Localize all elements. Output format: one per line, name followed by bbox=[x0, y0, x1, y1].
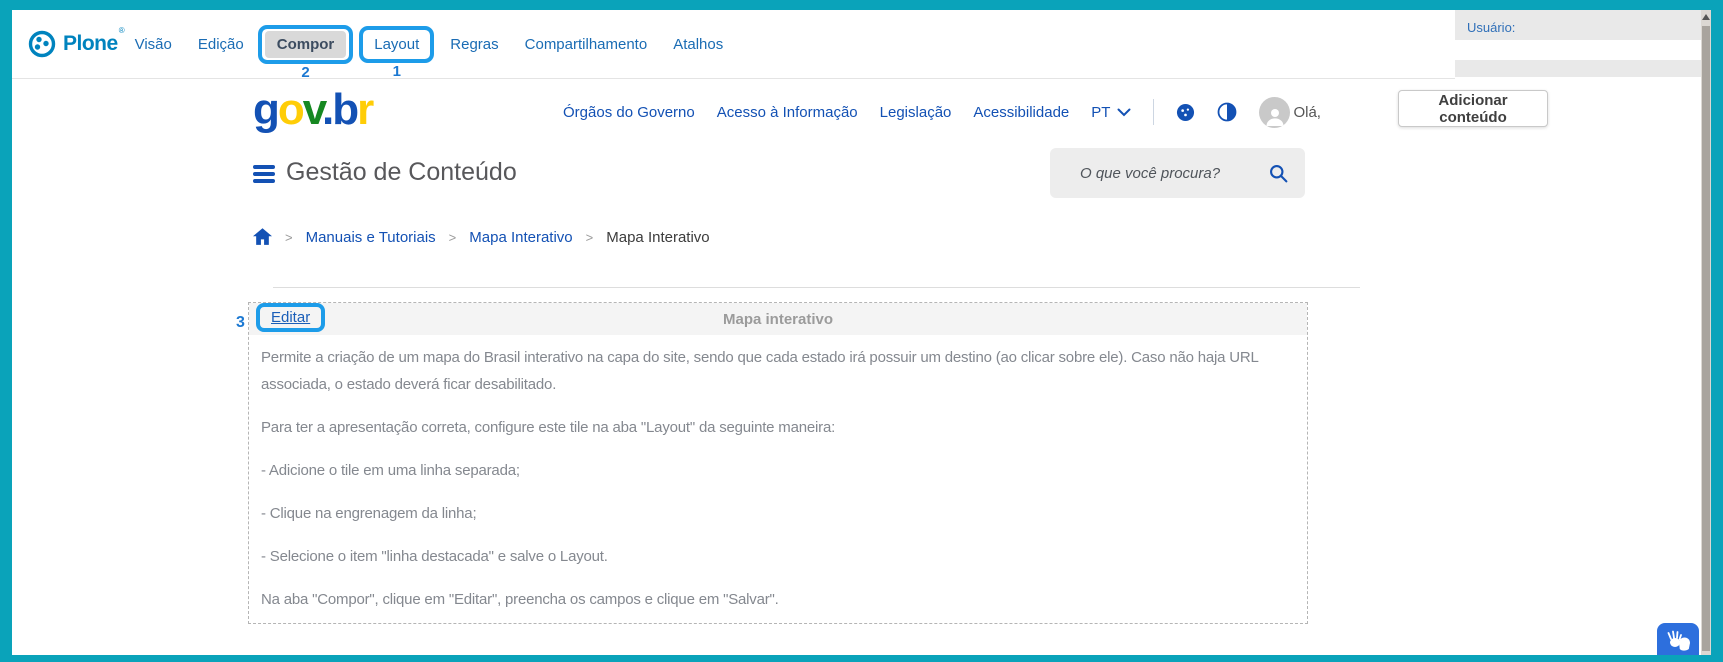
toolbar-tab-atalhos[interactable]: Atalhos bbox=[673, 36, 723, 53]
add-content-button[interactable]: Adicionar conteúdo bbox=[1398, 90, 1548, 127]
govbr-logo-letter: r bbox=[357, 85, 374, 134]
tile-paragraph: Para ter a apresentação correta, configu… bbox=[261, 419, 836, 436]
govbr-logo-letter: g bbox=[253, 85, 280, 134]
nav-link-legislacao[interactable]: Legislação bbox=[880, 104, 952, 121]
tile-edit-link[interactable]: Editar bbox=[271, 309, 310, 326]
person-icon bbox=[1266, 108, 1284, 126]
scrollbar[interactable] bbox=[1701, 10, 1711, 655]
breadcrumb-separator: > bbox=[285, 229, 293, 245]
annotation-number-1: 1 bbox=[392, 62, 401, 80]
header-divider bbox=[1153, 99, 1155, 125]
page-title: Gestão de Conteúdo bbox=[286, 158, 517, 186]
breadcrumb-link-mapa-interativo[interactable]: Mapa Interativo bbox=[469, 229, 572, 246]
annotation-number-2: 2 bbox=[301, 63, 310, 81]
annotation-number-3: 3 bbox=[236, 314, 245, 331]
plone-toolbar: Plone® Visão Edição Compor 2 Layout 1 Re… bbox=[12, 10, 1455, 81]
breadcrumb-link-manuais-e-tutoriais[interactable]: Manuais e Tutoriais bbox=[306, 229, 436, 246]
user-panel: Usuário: bbox=[1455, 10, 1701, 77]
annotation-ring-editar: Editar 3 bbox=[236, 303, 326, 332]
nav-link-orgaos-do-governo[interactable]: Órgãos do Governo bbox=[563, 104, 695, 121]
tile-header: Editar 3 Mapa interativo bbox=[236, 303, 1307, 335]
chevron-down-icon bbox=[1117, 108, 1131, 116]
plone-logo-icon bbox=[28, 30, 56, 58]
search-input[interactable] bbox=[1078, 163, 1268, 183]
govbr-logo-letter: . bbox=[322, 85, 334, 134]
browser-viewport: Plone® Visão Edição Compor 2 Layout 1 Re… bbox=[12, 10, 1711, 655]
govbr-logo[interactable]: gov.br bbox=[253, 85, 374, 134]
toolbar-tab-regras[interactable]: Regras bbox=[450, 36, 498, 53]
toolbar-tab-visao[interactable]: Visão bbox=[135, 36, 172, 53]
user-greeting[interactable]: Olá, bbox=[1259, 96, 1321, 128]
menu-icon[interactable] bbox=[253, 165, 275, 186]
toolbar-tab-compor[interactable]: Compor bbox=[264, 30, 347, 58]
breadcrumb-separator: > bbox=[448, 229, 457, 245]
vlibras-button[interactable] bbox=[1657, 623, 1699, 655]
govbr-logo-letter: v bbox=[302, 85, 324, 134]
scrollbar-up-arrow[interactable] bbox=[1702, 14, 1710, 20]
breadcrumb-separator: > bbox=[585, 229, 594, 245]
tile-mapa-interativo: Editar 3 Mapa interativo Permite a criaç… bbox=[236, 302, 1308, 624]
tile-paragraph: - Selecione o item "linha destacada" e s… bbox=[261, 548, 608, 565]
tile-paragraph: Na aba "Compor", clique em "Editar", pre… bbox=[261, 591, 779, 608]
toolbar-tab-compartilhamento[interactable]: Compartilhamento bbox=[525, 36, 648, 53]
govbr-logo-letter: b bbox=[332, 85, 359, 134]
plone-logo-text: Plone bbox=[63, 32, 118, 55]
user-label: Usuário: bbox=[1467, 20, 1516, 35]
libras-hands-icon bbox=[1667, 630, 1690, 651]
breadcrumb: > Manuais e Tutoriais > Mapa Interativo … bbox=[253, 226, 710, 248]
toolbar-tab-layout[interactable]: Layout bbox=[366, 32, 427, 57]
tile-paragraph: - Adicione o tile em uma linha separada; bbox=[261, 462, 520, 479]
language-selector[interactable]: PT bbox=[1091, 104, 1131, 121]
tile-paragraph: - Clique na engrenagem da linha; bbox=[261, 505, 477, 522]
govbr-header-nav: Órgãos do Governo Acesso à Informação Le… bbox=[563, 96, 1321, 128]
annotation-ring-layout: Layout 1 bbox=[359, 25, 435, 80]
language-label: PT bbox=[1091, 103, 1111, 121]
screenshot-frame: Plone® Visão Edição Compor 2 Layout 1 Re… bbox=[0, 0, 1723, 662]
home-icon[interactable] bbox=[253, 228, 272, 246]
greeting-text: Olá, bbox=[1293, 103, 1321, 121]
scrollbar-thumb[interactable] bbox=[1702, 26, 1710, 651]
tile-paragraph: Permite a criação de um mapa do Brasil i… bbox=[261, 349, 1259, 393]
cookie-settings-icon[interactable] bbox=[1176, 103, 1195, 122]
nav-link-acessibilidade[interactable]: Acessibilidade bbox=[973, 104, 1069, 121]
contrast-icon[interactable] bbox=[1217, 102, 1237, 122]
govbr-logo-letter: o bbox=[277, 85, 305, 134]
search-icon[interactable] bbox=[1268, 163, 1289, 184]
content-divider bbox=[273, 287, 1360, 288]
search-box[interactable] bbox=[1050, 148, 1305, 198]
avatar bbox=[1259, 96, 1291, 128]
annotation-ring-compor: Compor 2 bbox=[257, 24, 354, 81]
tile-body: Permite a criação de um mapa do Brasil i… bbox=[249, 335, 1307, 613]
tile-title: Mapa interativo bbox=[722, 310, 834, 328]
toolbar-tab-edicao[interactable]: Edição bbox=[198, 36, 244, 53]
user-field[interactable] bbox=[1455, 40, 1701, 60]
trademark-mark: ® bbox=[118, 26, 125, 35]
plone-logo[interactable]: Plone® bbox=[28, 26, 125, 58]
nav-link-acesso-a-informacao[interactable]: Acesso à Informação bbox=[717, 104, 858, 121]
breadcrumb-current: Mapa Interativo bbox=[606, 228, 710, 246]
